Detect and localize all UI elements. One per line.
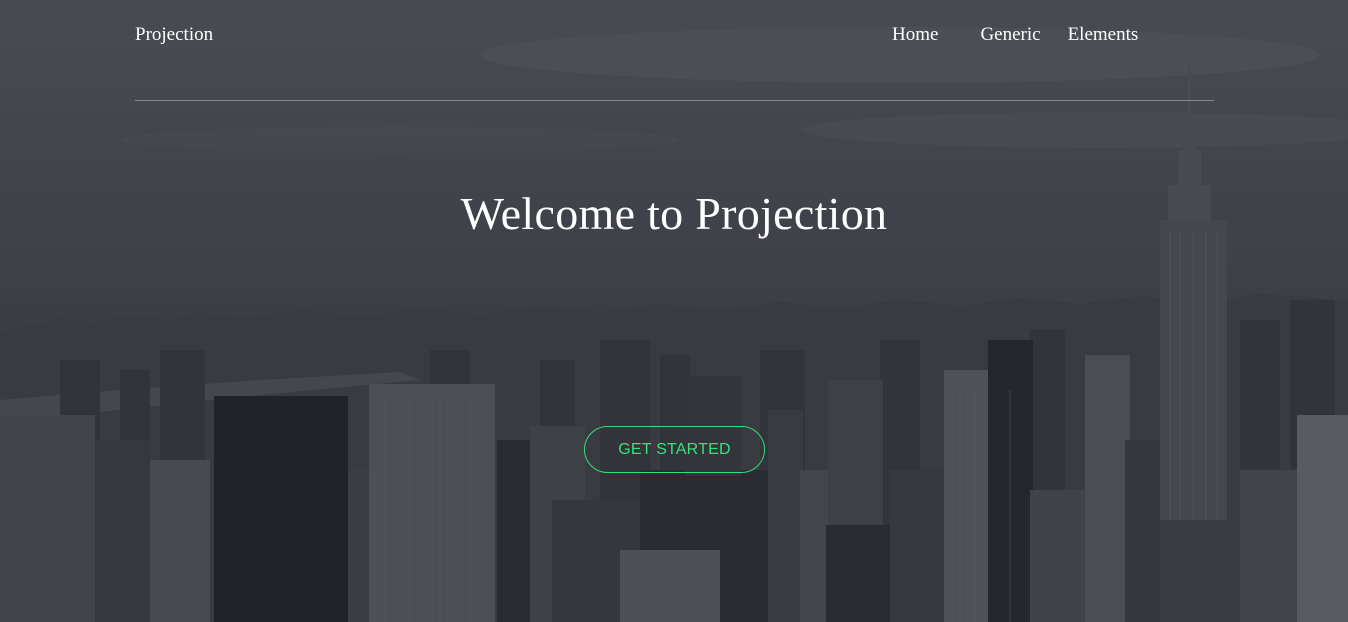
hero-title: Welcome to Projection bbox=[460, 188, 888, 239]
nav-item-generic[interactable]: Generic bbox=[980, 24, 1040, 46]
header-divider bbox=[135, 100, 1214, 101]
main-nav: Home Generic Elements bbox=[880, 24, 1138, 46]
brand-logo-link[interactable]: Projection bbox=[135, 24, 213, 46]
nav-item-home[interactable]: Home bbox=[892, 24, 938, 46]
get-started-button[interactable]: GET STARTED bbox=[584, 426, 765, 473]
nav-item-elements[interactable]: Elements bbox=[1068, 24, 1139, 46]
hero-overlay bbox=[0, 0, 1348, 622]
